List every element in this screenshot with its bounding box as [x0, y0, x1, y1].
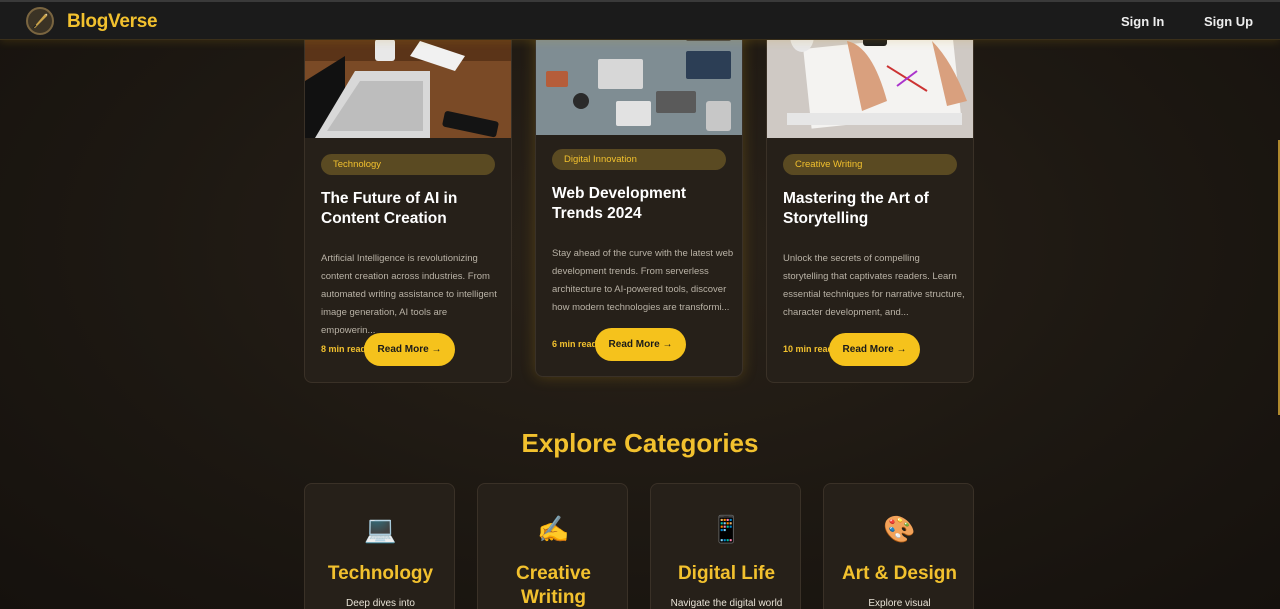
post-title[interactable]: The Future of AI in Content Creation: [321, 189, 501, 229]
post-title[interactable]: Mastering the Art of Storytelling: [783, 189, 963, 229]
read-time: 10 min read: [783, 344, 834, 354]
category-card-creative-writing[interactable]: ✍️ Creative Writing: [477, 483, 628, 609]
category-name: Creative Writing: [516, 563, 591, 608]
post-card: Digital Innovation Web Development Trend…: [535, 0, 743, 377]
post-excerpt: Unlock the secrets of compelling storyte…: [783, 253, 965, 318]
top-navbar: BlogVerse Sign In Sign Up: [0, 0, 1280, 40]
category-card-digital-life[interactable]: 📱 Digital Life Navigate the digital worl…: [650, 483, 801, 609]
read-more-button[interactable]: Read More →: [364, 333, 455, 366]
read-time: 8 min read: [321, 344, 367, 354]
category-description: Explore visual: [868, 598, 931, 609]
post-tag[interactable]: Creative Writing: [783, 154, 957, 175]
post-card: Technology The Future of AI in Content C…: [304, 0, 512, 383]
category-name: Art & Design: [841, 563, 958, 584]
category-card-art-design[interactable]: 🎨 Art & Design Explore visual: [823, 483, 974, 609]
writing-hand-icon: ✍️: [537, 514, 570, 544]
category-name: Technology: [327, 563, 434, 584]
read-more-button[interactable]: Read More →: [829, 333, 920, 366]
post-title[interactable]: Web Development Trends 2024: [552, 184, 732, 224]
read-time: 6 min read: [552, 339, 598, 349]
laptop-icon: 💻: [364, 514, 397, 544]
category-description: Deep dives into: [346, 598, 415, 609]
post-excerpt: Stay ahead of the curve with the latest …: [552, 248, 734, 313]
sign-up-link[interactable]: Sign Up: [1204, 14, 1253, 29]
category-card-technology[interactable]: 💻 Technology Deep dives into: [304, 483, 455, 609]
section-title: Explore Categories: [521, 428, 759, 458]
sign-in-link[interactable]: Sign In: [1121, 14, 1164, 29]
brand-name[interactable]: BlogVerse: [67, 11, 158, 33]
post-tag[interactable]: Digital Innovation: [552, 149, 726, 170]
post-card: Creative Writing Mastering the Art of St…: [766, 0, 974, 383]
post-tag[interactable]: Technology: [321, 154, 495, 175]
read-more-button[interactable]: Read More →: [595, 328, 686, 361]
category-description: Navigate the digital world: [670, 598, 783, 609]
category-name: Digital Life: [677, 563, 776, 584]
post-excerpt: Artificial Intelligence is revolutionizi…: [321, 253, 497, 336]
quill-logo-icon[interactable]: [26, 7, 54, 35]
palette-icon: 🎨: [883, 514, 916, 544]
mobile-phone-icon: 📱: [710, 514, 743, 544]
